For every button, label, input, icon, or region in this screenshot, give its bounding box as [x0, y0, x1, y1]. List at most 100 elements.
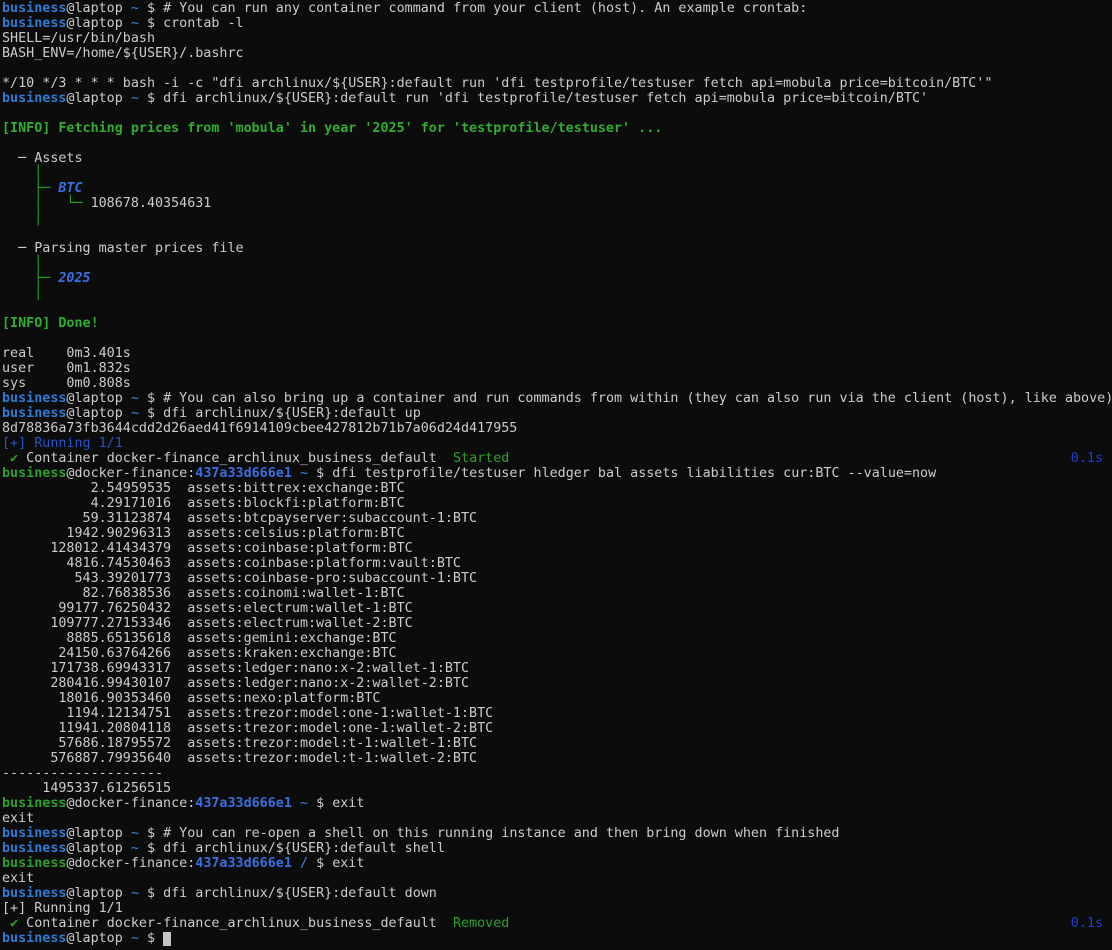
balance-row: 8885.65135618 assets:gemini:exchange:BTC: [2, 631, 397, 646]
prompt-user: business: [2, 931, 66, 946]
terminal-line: │: [2, 211, 1110, 226]
time-user: user 0m1.832s: [2, 361, 131, 376]
terminal-line: [2, 331, 1110, 346]
check-icon: ✔: [10, 916, 18, 931]
balance-row: 18016.90353460 assets:nexo:platform:BTC: [2, 691, 380, 706]
terminal-line: business@laptop ~ $ dfi archlinux/${USER…: [2, 886, 1110, 901]
terminal-line: [2, 301, 1110, 316]
prompt-symbol: $: [139, 391, 163, 406]
prompt-container-id: 437a33d666e1: [195, 796, 292, 811]
tree-branch: │: [2, 211, 42, 226]
prompt-user: business: [2, 796, 66, 811]
terminal-line: [2, 136, 1110, 151]
command-text: dfi archlinux/${USER}:default down: [163, 886, 437, 901]
terminal-line: ├─ 2025: [2, 271, 1110, 286]
tree-branch: │: [2, 166, 42, 181]
prompt-cwd: ~: [131, 16, 139, 31]
terminal-line: 8885.65135618 assets:gemini:exchange:BTC: [2, 631, 1110, 646]
terminal-line: 280416.99430107 assets:ledger:nano:x-2:w…: [2, 676, 1110, 691]
balance-row: 2.54959535 assets:bittrex:exchange:BTC: [2, 481, 405, 496]
terminal-line: exit: [2, 811, 1110, 826]
prompt-host: @laptop: [66, 16, 130, 31]
terminal-line: business@laptop ~ $: [2, 931, 1110, 946]
terminal-line: business@laptop ~ $ dfi archlinux/${USER…: [2, 91, 1110, 106]
prompt-host: @laptop: [66, 841, 130, 856]
prompt-cwd: ~: [131, 931, 139, 946]
tree-node-label: ─ Assets: [2, 151, 83, 166]
terminal-line: [2, 106, 1110, 121]
balance-row: 1194.12134751 assets:trezor:model:one-1:…: [2, 706, 493, 721]
prompt-host: @docker-finance:: [66, 466, 195, 481]
terminal-line: ─ Parsing master prices file: [2, 241, 1110, 256]
prompt-symbol: $: [139, 91, 163, 106]
prompt-user: business: [2, 406, 66, 421]
prompt-symbol: $: [308, 466, 332, 481]
terminal-line: 109777.27153346 assets:electrum:wallet-2…: [2, 616, 1110, 631]
tree-branch: │: [2, 256, 42, 271]
tree-asset-price: 108678.40354631: [91, 196, 212, 211]
prompt-user: business: [2, 856, 66, 871]
prompt-user: business: [2, 841, 66, 856]
text-segment: [2, 916, 10, 931]
balance-row: 57686.18795572 assets:trezor:model:t-1:w…: [2, 736, 477, 751]
prompt-host: @laptop: [66, 391, 130, 406]
prompt-symbol: $: [139, 886, 163, 901]
command-text: dfi testprofile/testuser hledger bal ass…: [332, 466, 936, 481]
terminal-line: sys 0m0.808s: [2, 376, 1110, 391]
prompt-host: @docker-finance:: [66, 796, 195, 811]
command-text: exit: [332, 796, 364, 811]
tree-branch: ├─: [2, 181, 58, 196]
prompt-cwd: ~: [131, 1, 139, 16]
balance-row: 109777.27153346 assets:electrum:wallet-2…: [2, 616, 413, 631]
prompt-cwd: ~: [131, 826, 139, 841]
prompt-symbol: $: [308, 856, 332, 871]
terminal-line: business@docker-finance:437a33d666e1 / $…: [2, 856, 1110, 871]
terminal-line: 8d78836a73fb3644cdd2d26aed41f6914109cbee…: [2, 421, 1110, 436]
tree-year: 2025: [58, 271, 90, 286]
prompt-cwd: ~: [131, 886, 139, 901]
prompt-user: business: [2, 91, 66, 106]
terminal-line: 4816.74530463 assets:coinbase:platform:v…: [2, 556, 1110, 571]
command-text: crontab -l: [163, 16, 244, 31]
prompt-container-id: 437a33d666e1: [195, 856, 292, 871]
prompt-host: @laptop: [66, 91, 130, 106]
terminal-line: 4.29171016 assets:blockfi:platform:BTC: [2, 496, 1110, 511]
terminal-line: [+] Running 1/1: [2, 436, 1110, 451]
terminal-line: [+] Running 1/1: [2, 901, 1110, 916]
prompt-host: @laptop: [66, 406, 130, 421]
tree-asset-name: BTC: [58, 181, 82, 196]
terminal-line: [2, 226, 1110, 241]
tree-branch: │: [2, 286, 42, 301]
tree-branch: ├─: [2, 271, 58, 286]
cursor: [163, 932, 171, 946]
tree-branch: │ └─: [2, 196, 91, 211]
prompt-user: business: [2, 1, 66, 16]
duration: 0.1s: [1071, 451, 1103, 466]
terminal[interactable]: business@laptop ~ $ # You can run any co…: [0, 0, 1110, 949]
balance-total: 1495337.61256515: [2, 781, 171, 796]
terminal-line: │: [2, 256, 1110, 271]
prompt-host: @laptop: [66, 1, 130, 16]
prompt-symbol: $: [139, 16, 163, 31]
terminal-line: [2, 61, 1110, 76]
text-segment: [2, 451, 10, 466]
prompt-spacer: [292, 856, 300, 871]
terminal-line: │: [2, 166, 1110, 181]
prompt-cwd: ~: [300, 466, 308, 481]
prompt-symbol: $: [139, 931, 163, 946]
terminal-line: 24150.63764266 assets:kraken:exchange:BT…: [2, 646, 1110, 661]
terminal-line: │ └─ 108678.40354631: [2, 196, 1110, 211]
container-status: Started: [453, 451, 509, 466]
terminal-line: 57686.18795572 assets:trezor:model:t-1:w…: [2, 736, 1110, 751]
prompt-spacer: [292, 466, 300, 481]
terminal-line: ✔ Container docker-finance_archlinux_bus…: [2, 916, 1110, 931]
terminal-line: business@docker-finance:437a33d666e1 ~ $…: [2, 466, 1110, 481]
command-text: dfi archlinux/${USER}:default run 'dfi t…: [163, 91, 928, 106]
terminal-line: [INFO] Fetching prices from 'mobula' in …: [2, 121, 1110, 136]
terminal-line: [INFO] Done!: [2, 316, 1110, 331]
prompt-cwd: /: [300, 856, 308, 871]
time-sys: sys 0m0.808s: [2, 376, 131, 391]
terminal-line: BASH_ENV=/home/${USER}/.bashrc: [2, 46, 1110, 61]
terminal-line: 1194.12134751 assets:trezor:model:one-1:…: [2, 706, 1110, 721]
prompt-cwd: ~: [300, 796, 308, 811]
